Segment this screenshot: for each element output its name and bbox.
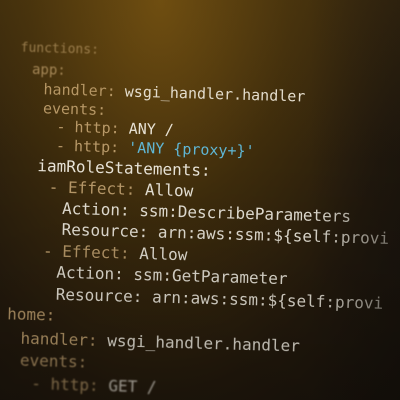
code-line: - Effect: Allow xyxy=(42,241,188,265)
code-line: functions: xyxy=(20,40,100,58)
yaml-key: functions: xyxy=(20,40,100,58)
code-line: events: xyxy=(42,99,107,120)
code-line: iamRoleStatements: xyxy=(37,156,211,180)
code-line: app: xyxy=(31,61,66,79)
yaml-key: handler: xyxy=(43,80,126,101)
code-view: functions: app: handler: wsgi_handler.ha… xyxy=(0,0,400,397)
code-line: events: xyxy=(19,350,88,372)
code-line: Action: ssm:GetParameter xyxy=(56,262,288,289)
yaml-value: ANY / xyxy=(128,119,175,139)
vignette-overlay xyxy=(310,0,400,400)
yaml-key: app: xyxy=(31,61,66,79)
yaml-value: arn:aws:ssm:${self:provi xyxy=(151,287,384,313)
code-line: - Effect: Allow xyxy=(48,177,194,201)
code-editor-screen: functions: app: handler: wsgi_handler.ha… xyxy=(0,0,400,400)
yaml-value: wsgi_handler.handler xyxy=(124,82,306,106)
yaml-key: - Effect: xyxy=(48,177,146,200)
yaml-key: Action: xyxy=(56,262,134,284)
code-line: - http: GET / xyxy=(31,374,157,397)
yaml-key: Resource: xyxy=(55,284,153,307)
yaml-key: events: xyxy=(42,99,107,120)
yaml-value: Allow xyxy=(139,243,188,265)
code-line: - http: 'ANY {proxy+}' xyxy=(55,136,255,161)
yaml-key: home: xyxy=(6,304,56,325)
yaml-key: iamRoleStatements: xyxy=(37,156,211,180)
yaml-key: - http: xyxy=(31,374,109,396)
yaml-key: events: xyxy=(19,350,88,372)
code-line: Resource: arn:aws:ssm:${self:provi xyxy=(55,284,384,313)
yaml-key: Action: xyxy=(61,198,140,220)
yaml-value: ssm:GetParameter xyxy=(133,264,288,289)
yaml-value: Allow xyxy=(144,180,194,201)
yaml-key: handler: xyxy=(20,328,108,351)
code-line: - http: ANY / xyxy=(56,117,175,139)
yaml-string: 'ANY {proxy+}' xyxy=(127,138,255,161)
yaml-key: Resource: xyxy=(61,219,159,242)
yaml-key: - Effect: xyxy=(42,241,140,263)
code-line: home: xyxy=(6,304,56,325)
yaml-value: arn:aws:ssm:${self:provi xyxy=(157,222,390,248)
yaml-value: GET / xyxy=(108,376,157,397)
yaml-value: wsgi_handler.handler xyxy=(106,331,301,356)
yaml-key: - http: xyxy=(55,136,129,157)
yaml-key: - http: xyxy=(56,117,129,138)
